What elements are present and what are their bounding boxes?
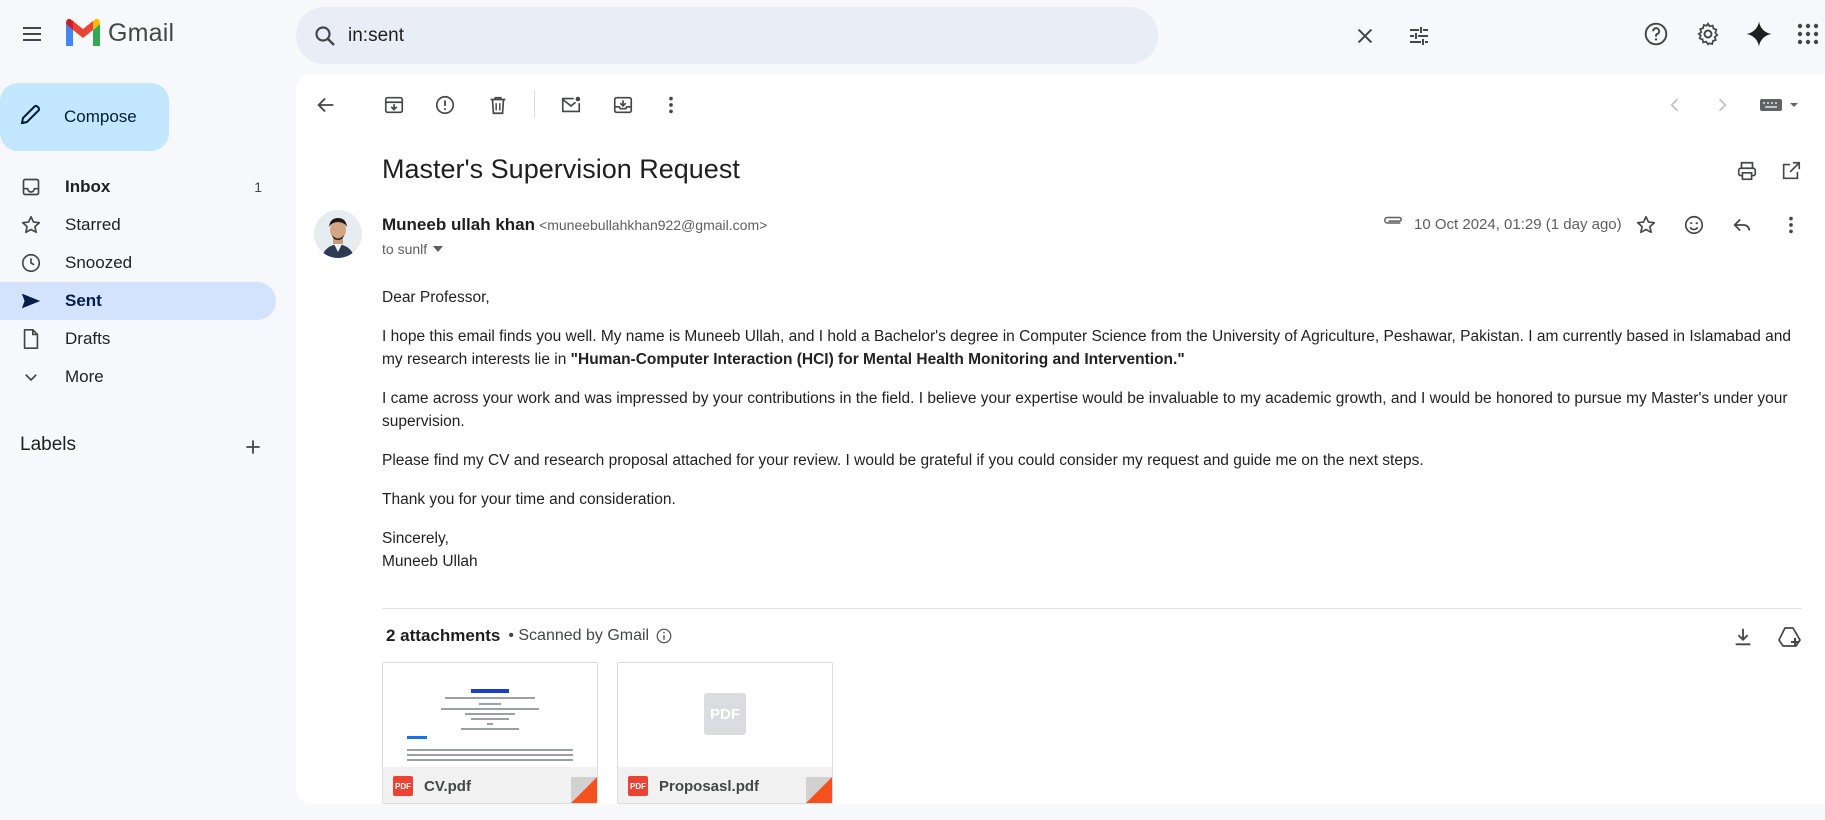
attachments-header: 2 attachments • Scanned by Gmail (386, 626, 673, 646)
scanned-label: • Scanned by Gmail (508, 627, 650, 644)
attachment-filename: Proposasl.pdf (659, 777, 760, 795)
plus-icon[interactable] (240, 434, 266, 460)
chevron-left-icon[interactable] (1658, 88, 1692, 122)
attachment-clip-icon (1382, 215, 1404, 236)
body-bold-text: "Human-Computer Interaction (HCI) for Me… (570, 351, 1185, 368)
chevron-down-icon (20, 366, 42, 388)
pdf-file-icon: PDF (628, 776, 648, 796)
compose-button[interactable]: Compose (0, 83, 169, 151)
archive-icon[interactable] (377, 88, 411, 122)
more-vert-icon[interactable] (1774, 208, 1808, 242)
search-input[interactable] (348, 19, 1028, 53)
sender-name[interactable]: Muneeb ullah khan (382, 215, 535, 234)
move-to-icon[interactable] (606, 88, 640, 122)
open-in-new-icon[interactable] (1774, 154, 1808, 188)
menu-icon[interactable] (14, 16, 50, 52)
closing: Sincerely, (382, 530, 449, 547)
sidebar-item-starred[interactable]: Starred (0, 206, 276, 244)
avatar[interactable] (314, 210, 362, 258)
greeting: Dear Professor, (382, 289, 490, 306)
gmail-m-logo-icon (66, 18, 100, 46)
reply-icon[interactable] (1725, 208, 1759, 242)
gear-icon[interactable] (1690, 16, 1726, 52)
email-subject: Master's Supervision Request (382, 154, 740, 184)
sidebar-item-sent[interactable]: Sent (0, 282, 276, 320)
pdf-placeholder-icon: PDF (704, 693, 746, 735)
sidebar-item-drafts[interactable]: Drafts (0, 320, 276, 358)
gemini-sparkle-icon[interactable] (1741, 16, 1777, 52)
email-body: Dear Professor, I hope this email finds … (382, 286, 1802, 573)
page-corner-icon (571, 777, 597, 803)
email-date: 10 Oct 2024, 01:29 (1 day ago) (1414, 216, 1622, 233)
emoji-icon[interactable] (1677, 208, 1711, 242)
pdf-thumbnail (383, 663, 597, 767)
sender-line: Muneeb ullah khan <muneebullahkhan922@gma… (382, 215, 767, 235)
page-corner-icon (806, 777, 832, 803)
sidebar-item-label: Starred (65, 215, 121, 234)
sidebar-item-label: Drafts (65, 329, 111, 348)
download-icon[interactable] (1726, 620, 1760, 654)
gmail-logo[interactable]: Gmail (64, 18, 174, 48)
chevron-down-icon[interactable] (433, 245, 444, 253)
signature: Muneeb Ullah (382, 553, 478, 570)
file-icon (20, 328, 42, 350)
sidebar-item-label: Inbox (65, 177, 111, 196)
keyboard-icon[interactable] (1752, 88, 1808, 122)
body-paragraph: I hope this email finds you well. My nam… (382, 325, 1802, 371)
unread-count: 1 (254, 179, 262, 195)
info-icon[interactable] (655, 627, 673, 645)
help-icon[interactable] (1638, 16, 1674, 52)
body-paragraph: I came across your work and was impresse… (382, 390, 1788, 430)
inbox-icon (20, 176, 42, 198)
body-paragraph: Please find my CV and research proposal … (382, 452, 1424, 469)
sidebar-item-label: More (65, 367, 104, 386)
star-icon (20, 214, 42, 236)
close-icon[interactable] (1350, 21, 1380, 51)
attachments-count: 2 attachments (386, 626, 501, 645)
apps-grid-icon[interactable] (1790, 16, 1825, 52)
clock-icon (20, 252, 42, 274)
toolbar-divider (534, 90, 535, 118)
recipient-label: to sunlf (382, 241, 428, 257)
app-name: Gmail (108, 18, 175, 47)
pencil-icon (18, 103, 42, 132)
mark-unread-icon[interactable] (554, 88, 588, 122)
sidebar-nav: Inbox 1 Starred Snoozed Sent Drafts More (0, 168, 276, 396)
sender-email: <muneebullahkhan922@gmail.com> (539, 217, 768, 233)
report-spam-icon[interactable] (428, 88, 462, 122)
email-view: Master's Supervision Request Muneeb ulla… (296, 74, 1825, 804)
arrow-back-icon[interactable] (309, 88, 343, 122)
sidebar-item-label: Sent (65, 291, 102, 310)
labels-heading: Labels (20, 434, 76, 455)
pdf-placeholder: PDF (618, 663, 832, 767)
search-bar (296, 7, 1428, 64)
attachment-filename: CV.pdf (424, 777, 471, 795)
more-vert-icon[interactable] (654, 88, 688, 122)
sidebar-item-label: Snoozed (65, 253, 133, 272)
pdf-file-icon: PDF (393, 776, 413, 796)
attachments-divider (382, 608, 1802, 609)
chevron-right-icon[interactable] (1705, 88, 1739, 122)
send-icon (20, 290, 42, 312)
add-to-drive-icon[interactable] (1773, 620, 1807, 654)
attachment-card-proposal[interactable]: PDF PDF Proposasl.pdf (617, 662, 833, 804)
attachment-card-cv[interactable]: PDF CV.pdf (382, 662, 598, 804)
recipient-line[interactable]: to sunlf (382, 241, 444, 257)
top-bar: Gmail (0, 0, 1825, 72)
sidebar-item-more[interactable]: More (0, 358, 276, 396)
body-paragraph: Thank you for your time and consideratio… (382, 491, 676, 508)
sidebar-item-snoozed[interactable]: Snoozed (0, 244, 276, 282)
search-icon[interactable] (310, 21, 340, 51)
star-icon[interactable] (1629, 208, 1663, 242)
trash-icon[interactable] (481, 88, 515, 122)
tune-icon[interactable] (1404, 21, 1434, 51)
compose-label: Compose (64, 107, 137, 126)
print-icon[interactable] (1730, 154, 1764, 188)
sidebar-item-inbox[interactable]: Inbox 1 (0, 168, 276, 206)
